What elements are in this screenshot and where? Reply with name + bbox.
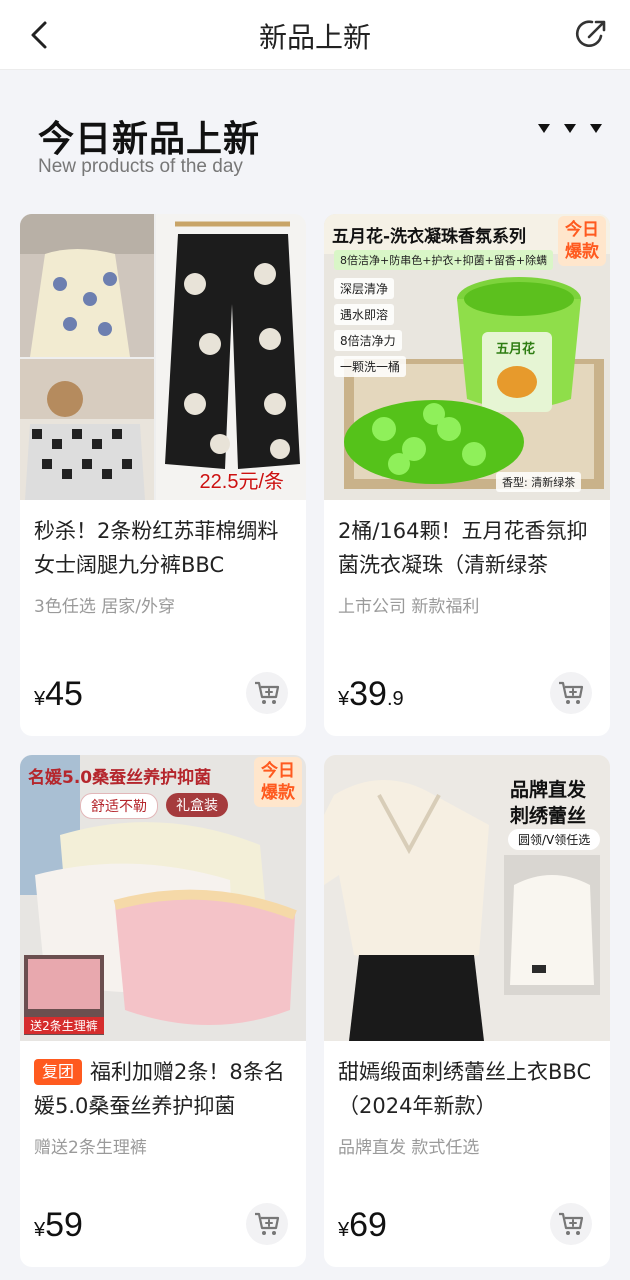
product-image[interactable]: 22.5元/条 (20, 214, 306, 500)
product-subtitle: 3色任选 居家/外穿 (34, 597, 175, 617)
price-integer: 45 (45, 675, 83, 713)
product-card[interactable]: 五月花-洗衣凝珠香氛系列 8倍洁净+防串色+护衣+抑菌+留香+除螨 深层清净 遇… (324, 214, 610, 736)
cart-add-icon (559, 681, 584, 704)
triangle-icon (564, 124, 576, 133)
page-title: 新品上新 (258, 21, 371, 54)
product-card[interactable]: 品牌直发 刺绣蕾丝 圆领/V领任选 甜嫣缎面刺绣蕾丝上衣BBC（2024年新款）… (324, 755, 610, 1267)
image-bullet: 8倍洁净力 (334, 330, 402, 351)
product-card[interactable]: 名媛5.0桑蚕丝养护抑菌 舒适不勒 礼盒装 送2条生理裤 今日爆款 复团 福利加赠… (20, 755, 306, 1267)
add-to-cart-button[interactable] (550, 1203, 592, 1245)
price-integer: 69 (349, 1206, 387, 1244)
product-info: 复团 福利加赠2条！8条名媛5.0桑蚕丝养护抑菌 赠送2条生理裤 (20, 1055, 306, 1158)
image-scent-label: 香型: 清新绿茶 (496, 472, 582, 492)
section-subtitle: New products of the day (38, 156, 243, 177)
product-title-text: 甜嫣缎面刺绣蕾丝上衣BBC（2024年新款） (338, 1060, 592, 1118)
image-promo-label: 送2条生理裤 (24, 1017, 104, 1034)
product-price: ¥69 (338, 1206, 387, 1245)
image-banner-title: 五月花-洗衣凝珠香氛系列 (332, 227, 527, 247)
price-symbol: ¥ (338, 1219, 350, 1241)
product-title: 2桶/164颗！五月花香氛抑菌洗衣凝珠（清新绿茶 (338, 514, 596, 582)
product-subtitle: 品牌直发 款式任选 (338, 1138, 480, 1158)
product-subtitle: 赠送2条生理裤 (34, 1138, 147, 1158)
triangle-icon (538, 124, 550, 133)
section-title: 今日新品上新 (38, 119, 261, 160)
product-image[interactable]: 五月花-洗衣凝珠香氛系列 8倍洁净+防串色+护衣+抑菌+留香+除螨 深层清净 遇… (324, 214, 610, 500)
add-to-cart-button[interactable] (246, 1203, 288, 1245)
image-headline: 刺绣蕾丝 (510, 805, 587, 827)
more-options-button[interactable] (538, 124, 602, 133)
price-symbol: ¥ (34, 1219, 46, 1241)
product-title: 复团 福利加赠2条！8条名媛5.0桑蚕丝养护抑菌 (34, 1055, 292, 1123)
price-integer: 39 (349, 675, 387, 713)
top-navbar: 新品上新 (0, 0, 630, 70)
product-image[interactable]: 名媛5.0桑蚕丝养护抑菌 舒适不勒 礼盒装 送2条生理裤 今日爆款 (20, 755, 306, 1041)
product-title-text: 秒杀！2条粉红苏菲棉绸料女士阔腿九分裤BBC (34, 519, 279, 577)
product-subtitle: 上市公司 新款福利 (338, 597, 480, 617)
product-info: 甜嫣缎面刺绣蕾丝上衣BBC（2024年新款） 品牌直发 款式任选 (324, 1055, 610, 1158)
image-chip: 舒适不勒 (80, 793, 158, 819)
image-tub-label: 五月花 (496, 342, 536, 357)
product-price: ¥59 (34, 1206, 83, 1245)
pants-photo-collage (20, 214, 306, 500)
product-image[interactable]: 品牌直发 刺绣蕾丝 圆领/V领任选 (324, 755, 610, 1041)
product-card[interactable]: 22.5元/条 秒杀！2条粉红苏菲棉绸料女士阔腿九分裤BBC 3色任选 居家/外… (20, 214, 306, 736)
add-to-cart-button[interactable] (550, 672, 592, 714)
price-decimal: .9 (386, 688, 404, 710)
image-price-label: 22.5元/条 (199, 471, 284, 493)
image-headline: 品牌直发 (510, 779, 587, 801)
hot-badge: 今日爆款 (558, 216, 606, 266)
group-buy-tag: 复团 (34, 1059, 83, 1085)
price-integer: 59 (45, 1206, 83, 1244)
share-button[interactable] (572, 14, 612, 54)
image-banner-title: 名媛5.0桑蚕丝养护抑菌 (28, 768, 212, 788)
cart-add-icon (255, 681, 280, 704)
share-icon (575, 20, 606, 47)
hot-badge: 今日爆款 (254, 757, 302, 807)
cart-add-icon (255, 1212, 280, 1235)
triangle-icon (590, 124, 602, 133)
product-title: 甜嫣缎面刺绣蕾丝上衣BBC（2024年新款） (338, 1055, 596, 1123)
product-price: ¥45 (34, 675, 83, 714)
add-to-cart-button[interactable] (246, 672, 288, 714)
product-title-text: 2桶/164颗！五月花香氛抑菌洗衣凝珠（清新绿茶 (338, 519, 588, 577)
image-bullet: 深层清净 (334, 278, 395, 299)
image-bullet: 一颗洗一桶 (334, 356, 407, 377)
image-bullet: 遇水即溶 (334, 304, 395, 325)
price-symbol: ¥ (34, 688, 46, 710)
cart-add-icon (559, 1212, 584, 1235)
image-feature-line: 8倍洁净+防串色+护衣+抑菌+留香+除螨 (334, 250, 554, 270)
product-title: 秒杀！2条粉红苏菲棉绸料女士阔腿九分裤BBC (34, 514, 292, 582)
product-price: ¥39.9 (338, 675, 404, 714)
image-chip: 圆领/V领任选 (508, 829, 601, 850)
section-header: 今日新品上新 New products of the day (0, 70, 630, 215)
product-info: 秒杀！2条粉红苏菲棉绸料女士阔腿九分裤BBC 3色任选 居家/外穿 (20, 514, 306, 617)
image-chip: 礼盒装 (166, 793, 228, 817)
price-symbol: ¥ (338, 688, 350, 710)
product-info: 2桶/164颗！五月花香氛抑菌洗衣凝珠（清新绿茶 上市公司 新款福利 (324, 514, 610, 617)
